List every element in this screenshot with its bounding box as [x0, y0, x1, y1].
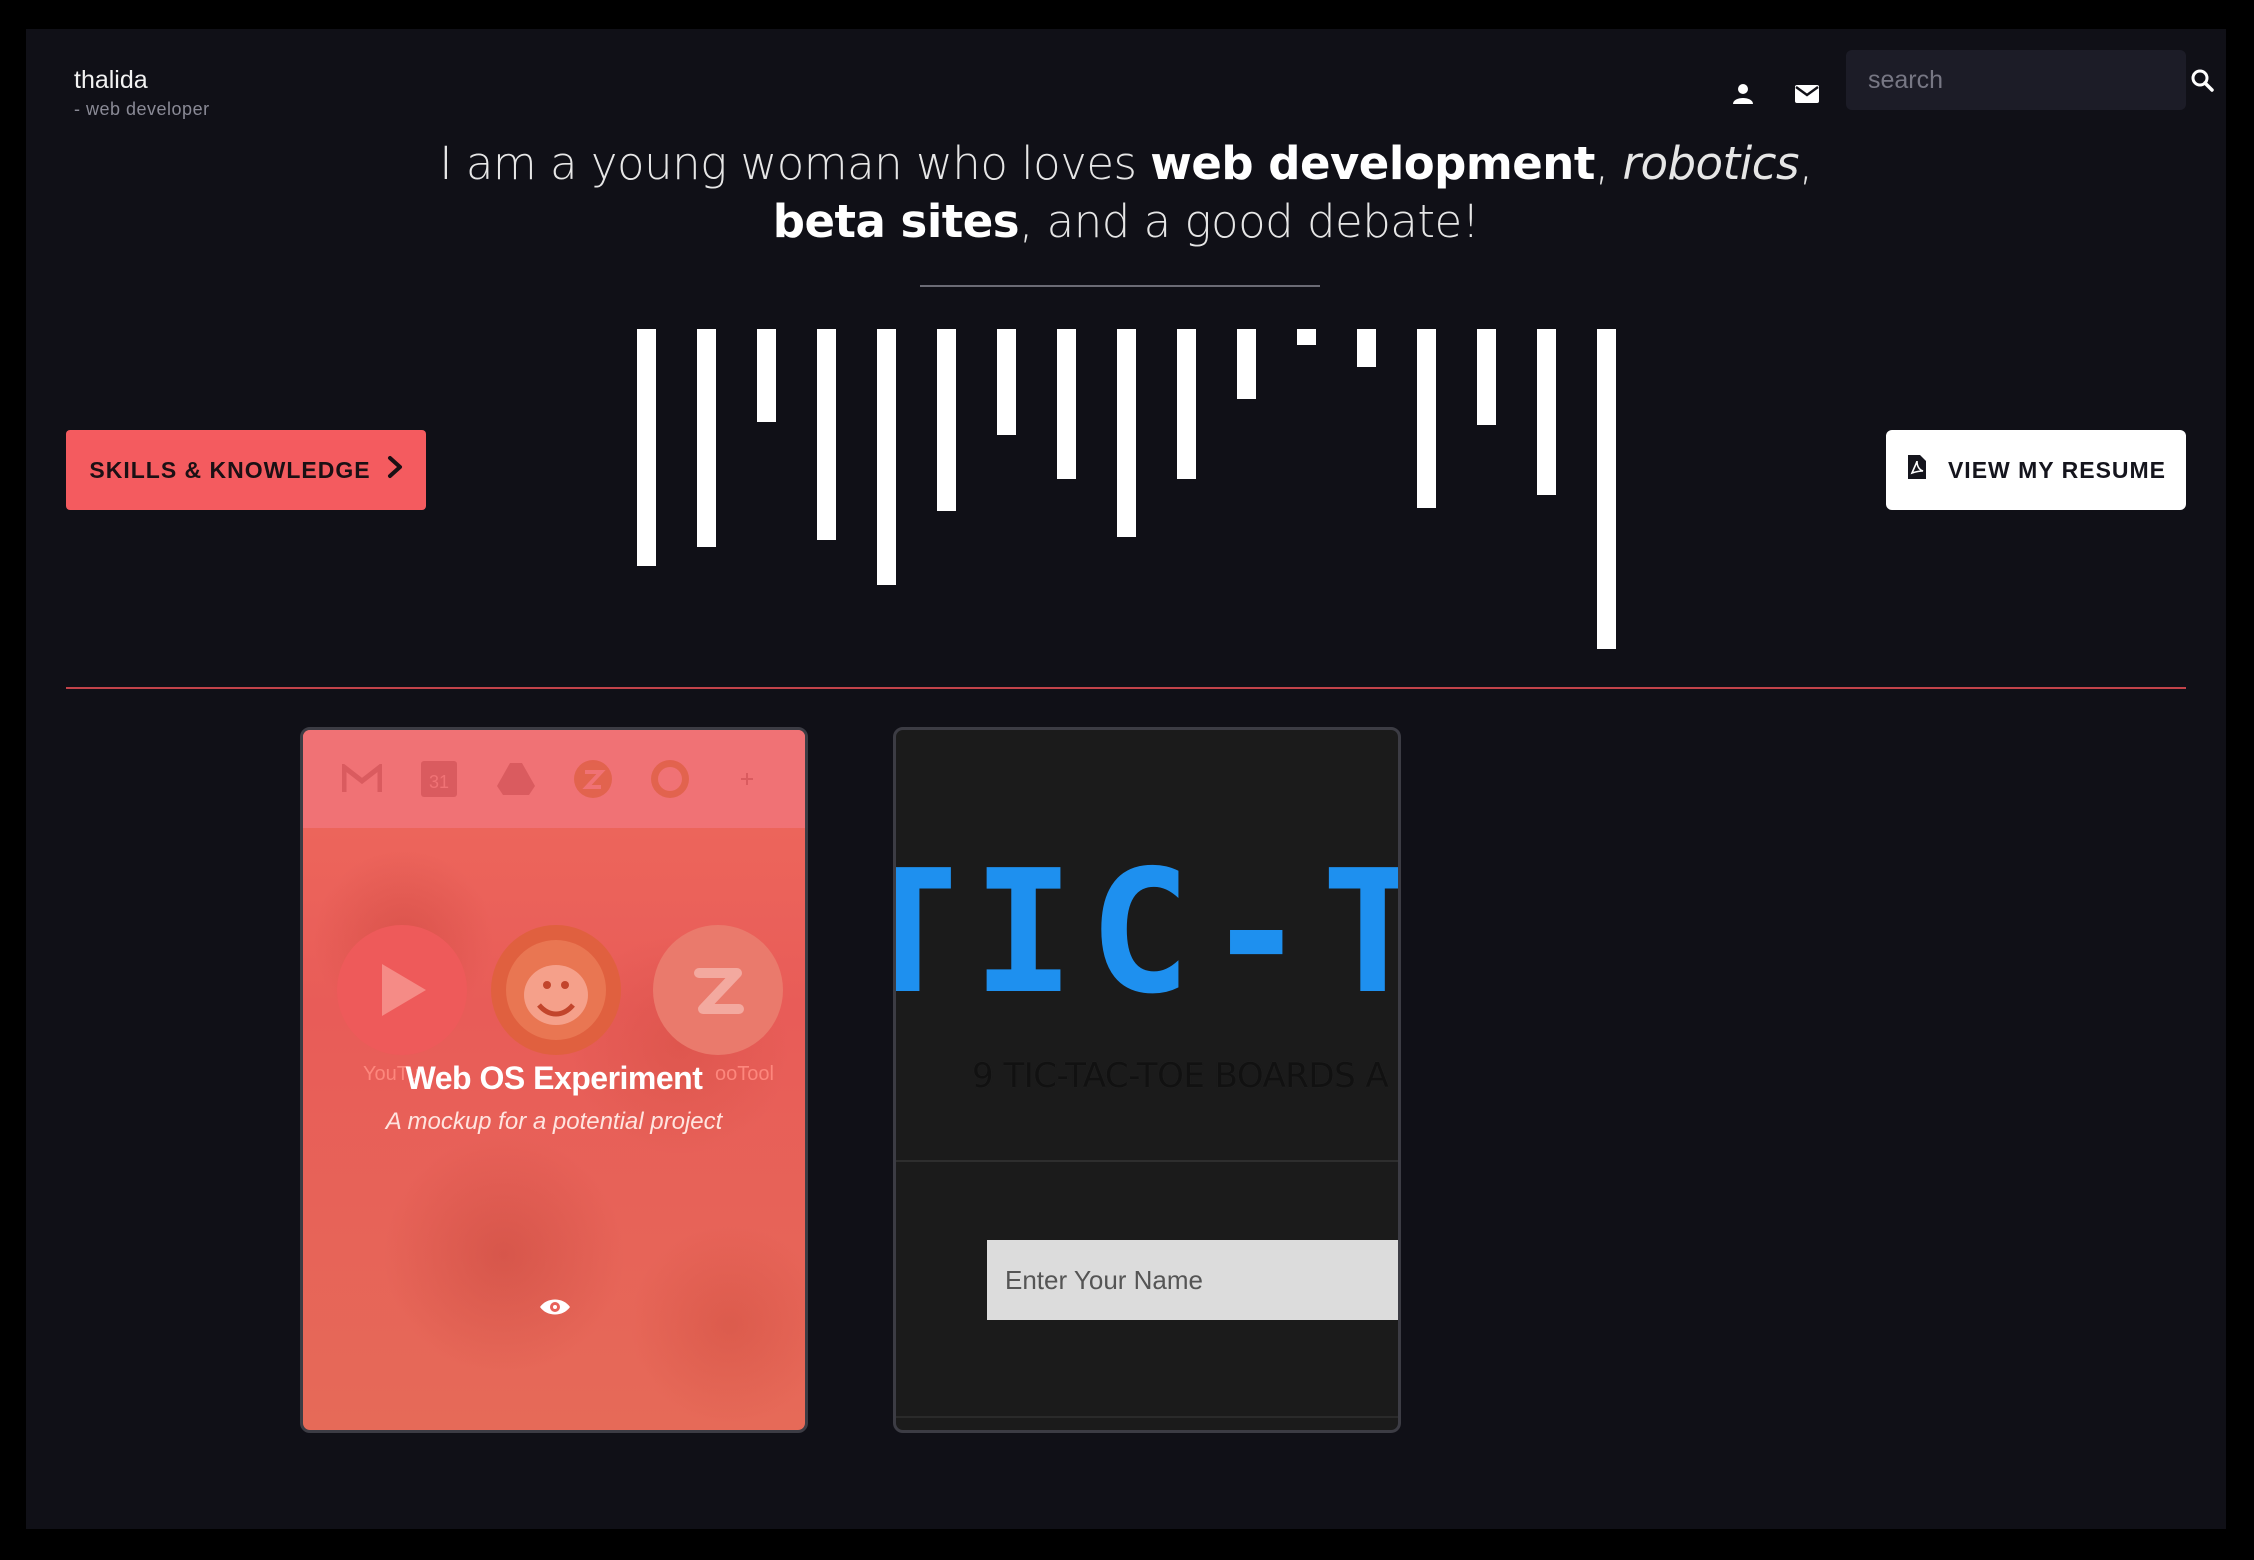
eye-icon[interactable]	[535, 1292, 575, 1322]
mascot-icon	[648, 757, 692, 801]
project-title: Web OS Experiment	[405, 1060, 703, 1096]
svg-text:31: 31	[428, 772, 448, 792]
section-divider	[66, 687, 2186, 689]
brand-tagline: - web developer	[74, 99, 210, 119]
visual-bar	[1417, 329, 1436, 508]
ttt-name-input[interactable]	[987, 1240, 1398, 1320]
brand[interactable]: thalida - web developer	[74, 65, 210, 120]
page-frame: thalida - web developer I am a young wom…	[26, 29, 2226, 1529]
visual-bar	[937, 329, 956, 511]
hero-bold-beta-sites: beta sites	[772, 195, 1020, 248]
visual-bar	[1537, 329, 1556, 495]
hero-divider	[920, 285, 1320, 287]
brand-name[interactable]: thalida	[74, 65, 210, 95]
visual-bar	[697, 329, 716, 547]
project-card-web-os[interactable]: 31 YouTu ooTool Web OS Experiment A mock…	[300, 727, 808, 1433]
visual-bar	[757, 329, 776, 422]
add-icon	[725, 757, 769, 801]
hero-line-1: I am a young woman who loves web develop…	[26, 135, 2226, 193]
hero-text: , and a good debate!	[1019, 195, 1480, 248]
project-card-tic-tac-toe[interactable]: TIC-TA 9 TIC-TAC-TOE BOARDS A	[893, 727, 1401, 1433]
visual-bar	[877, 329, 896, 585]
visual-bar	[997, 329, 1016, 435]
user-icon[interactable]	[1726, 77, 1760, 111]
view-resume-button[interactable]: VIEW MY RESUME	[1886, 430, 2186, 510]
calendar-icon: 31	[417, 757, 461, 801]
envelope-icon[interactable]	[1790, 77, 1824, 111]
visual-bar	[1477, 329, 1496, 425]
ttt-divider	[896, 1160, 1398, 1162]
search-bar	[1846, 50, 2214, 110]
skills-knowledge-button[interactable]: SKILLS & KNOWLEDGE	[66, 430, 426, 510]
app-icons-row: YouTu ooTool	[303, 925, 805, 1085]
resume-button-label: VIEW MY RESUME	[1947, 456, 2167, 483]
visual-bar	[1057, 329, 1076, 479]
ttt-screenshot-subtitle: 9 TIC-TAC-TOE BOARDS A	[972, 1056, 1389, 1096]
gmail-icon	[340, 757, 384, 801]
youtube-play-icon	[337, 925, 467, 1055]
project-subtitle: A mockup for a potential project	[385, 1108, 723, 1135]
header-icons	[1726, 77, 1824, 111]
hero-italic-robotics: robotics	[1622, 137, 1799, 190]
mascot-app-icon	[491, 925, 621, 1055]
zootool-icon	[571, 757, 615, 801]
hero-text: ,	[1594, 137, 1623, 190]
zootool-app-icon	[653, 925, 783, 1055]
visual-bar	[1237, 329, 1256, 399]
hero-bold-web-development: web development	[1150, 137, 1595, 190]
hero-text: I am a young woman who loves	[439, 137, 1151, 190]
search-input[interactable]	[1846, 50, 2190, 110]
drive-icon	[494, 757, 538, 801]
chevron-right-icon	[387, 455, 403, 485]
skills-button-label: SKILLS & KNOWLEDGE	[89, 456, 371, 483]
ttt-bottom-line	[896, 1416, 1398, 1418]
visual-bar	[817, 329, 836, 540]
hero-text: ,	[1798, 137, 1813, 190]
visual-bar	[1357, 329, 1376, 367]
app-toolbar: 31	[303, 730, 805, 828]
hero-headline: I am a young woman who loves web develop…	[26, 135, 2226, 251]
visual-bar	[637, 329, 656, 566]
visual-bar	[1297, 329, 1316, 345]
ttt-screenshot-title: TIC-TA	[896, 834, 1398, 1032]
search-icon[interactable]	[2190, 50, 2214, 110]
visual-bar	[1597, 329, 1616, 649]
hero-line-2: beta sites, and a good debate!	[26, 193, 2226, 251]
visual-bar	[1117, 329, 1136, 537]
pdf-icon	[1906, 454, 1928, 486]
visual-bar	[1177, 329, 1196, 479]
